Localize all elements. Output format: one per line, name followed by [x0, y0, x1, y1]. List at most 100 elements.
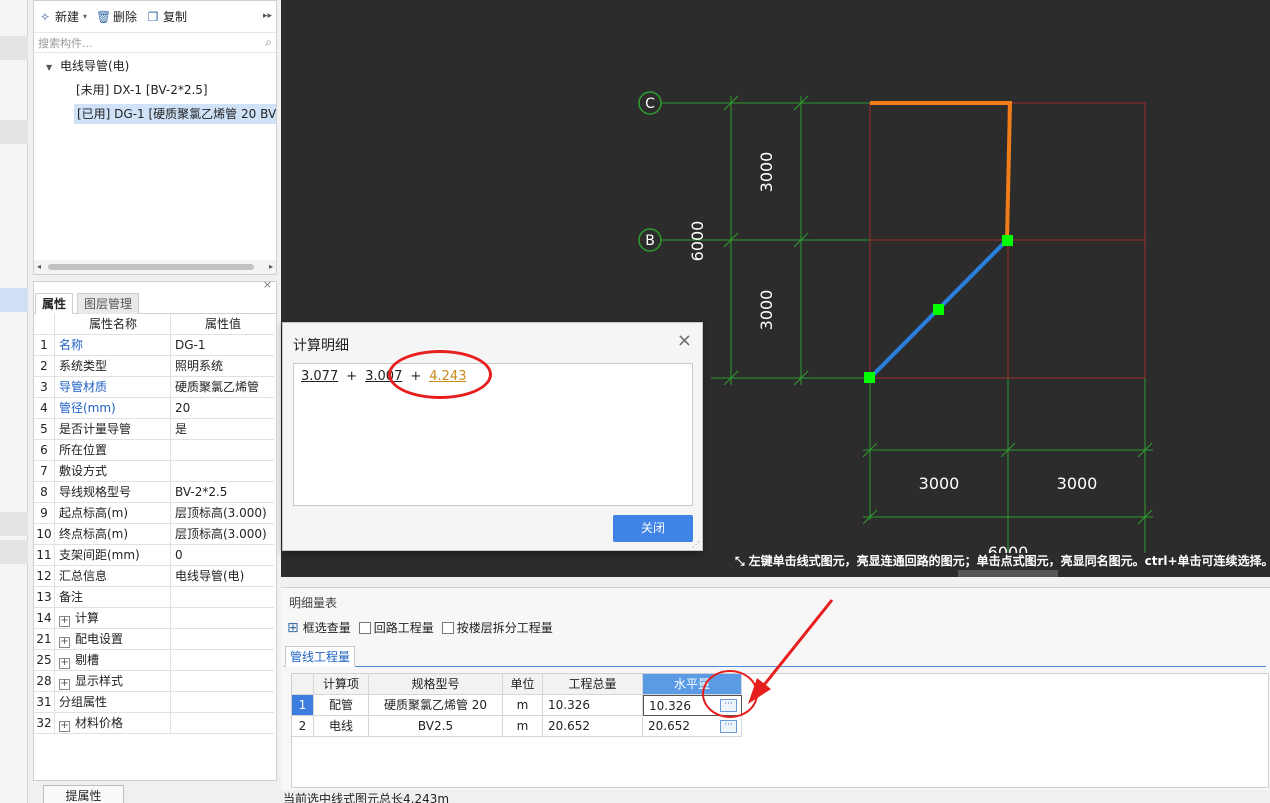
property-row[interactable]: 12 汇总信息 电线导管(电): [34, 566, 274, 587]
property-row[interactable]: 9 起点标高(m) 层顶标高(3.000): [34, 503, 274, 524]
left-strip-band[interactable]: [0, 512, 28, 536]
row-number[interactable]: 1: [292, 695, 314, 716]
property-value[interactable]: [172, 587, 274, 608]
new-icon: ✧: [39, 9, 51, 24]
property-value[interactable]: 是: [172, 419, 274, 440]
dim-left-6000: 6000: [688, 221, 707, 262]
expand-plus-icon[interactable]: +: [59, 679, 70, 690]
calc-term[interactable]: 3.077: [301, 369, 338, 384]
more-icon[interactable]: ▸▸: [263, 11, 272, 21]
property-row[interactable]: 13 备注: [34, 587, 274, 608]
tree-horizontal-scrollbar[interactable]: ◂ ▸: [34, 260, 276, 274]
expand-plus-icon[interactable]: +: [59, 616, 70, 627]
left-strip-band[interactable]: [0, 120, 28, 144]
property-value[interactable]: [172, 692, 274, 713]
left-strip-band[interactable]: [0, 540, 28, 564]
property-row[interactable]: 1 名称 DG-1: [34, 335, 274, 356]
property-value[interactable]: 0: [172, 545, 274, 566]
copy-button[interactable]: ❐ 复制: [146, 8, 187, 25]
property-value[interactable]: 硬质聚氯乙烯管: [172, 377, 274, 398]
component-toolbar: ✧ 新建 ▾ 🗑 删除 ❐ 复制 ▸▸: [34, 1, 276, 33]
table-cell[interactable]: 硬质聚氯乙烯管 20: [369, 695, 503, 716]
property-row[interactable]: 14 + 计算: [34, 608, 274, 629]
property-row[interactable]: 8 导线规格型号 BV-2*2.5: [34, 482, 274, 503]
property-row[interactable]: 7 敷设方式: [34, 461, 274, 482]
grip-point[interactable]: [1002, 235, 1013, 246]
search-input[interactable]: 搜索构件... ⌕: [34, 33, 276, 53]
property-value[interactable]: BV-2*2.5: [172, 482, 274, 503]
property-value[interactable]: 电线导管(电): [172, 566, 274, 587]
property-row[interactable]: 4 管径(mm) 20: [34, 398, 274, 419]
property-value[interactable]: DG-1: [172, 335, 274, 356]
property-value[interactable]: 层顶标高(3.000): [172, 503, 274, 524]
splitter-handle[interactable]: [958, 570, 1058, 577]
property-row[interactable]: 28 + 显示样式: [34, 671, 274, 692]
close-icon[interactable]: ×: [677, 332, 692, 350]
property-row[interactable]: 21 + 配电设置: [34, 629, 274, 650]
property-value[interactable]: [172, 608, 274, 629]
property-index: 32: [34, 713, 55, 734]
property-name: 导管材质: [56, 377, 171, 398]
column-header[interactable]: 计算项: [314, 674, 369, 695]
delete-button[interactable]: 🗑 删除: [96, 8, 137, 25]
loop-quantity-checkbox[interactable]: [358, 621, 371, 634]
expand-plus-icon[interactable]: +: [59, 637, 70, 648]
table-cell[interactable]: m: [503, 716, 543, 737]
table-cell[interactable]: 电线: [314, 716, 369, 737]
close-button[interactable]: 关闭: [613, 515, 693, 542]
ellipsis-button[interactable]: ···: [720, 720, 737, 733]
chevron-down-icon[interactable]: ▾: [83, 12, 87, 21]
column-header[interactable]: 单位: [503, 674, 543, 695]
grip-point[interactable]: [864, 372, 875, 383]
column-header[interactable]: 工程总量: [543, 674, 643, 695]
grip-point[interactable]: [933, 304, 944, 315]
expand-plus-icon[interactable]: +: [59, 658, 70, 669]
property-row[interactable]: 11 支架间距(mm) 0: [34, 545, 274, 566]
scrollbar-thumb[interactable]: [48, 264, 254, 270]
property-value[interactable]: 20: [172, 398, 274, 419]
new-button[interactable]: ✧ 新建 ▾: [38, 8, 87, 25]
left-strip-band[interactable]: [0, 36, 28, 60]
property-value[interactable]: [172, 461, 274, 482]
row-number[interactable]: 2: [292, 716, 314, 737]
tree-item-selected[interactable]: [已用] DG-1 [硬质聚氯乙烯管 20 BV-: [74, 104, 276, 124]
scroll-left-icon[interactable]: ◂: [37, 260, 41, 274]
conduit-orange[interactable]: [870, 101, 1013, 241]
tab-properties[interactable]: 属性: [35, 293, 74, 314]
tree-item[interactable]: [未用] DX-1 [BV-2*2.5]: [76, 80, 208, 100]
property-row[interactable]: 3 导管材质 硬质聚氯乙烯管: [34, 377, 274, 398]
property-row[interactable]: 5 是否计量导管是: [34, 419, 274, 440]
table-cell[interactable]: 10.326: [543, 695, 643, 716]
table-cell[interactable]: m: [503, 695, 543, 716]
property-value[interactable]: 层顶标高(3.000): [172, 524, 274, 545]
scroll-right-icon[interactable]: ▸: [269, 260, 273, 274]
property-value[interactable]: 照明系统: [172, 356, 274, 377]
table-cell[interactable]: 20.652: [543, 716, 643, 737]
property-row[interactable]: 10 终点标高(m) 层顶标高(3.000): [34, 524, 274, 545]
property-row[interactable]: 32 + 材料价格: [34, 713, 274, 734]
property-value[interactable]: [172, 440, 274, 461]
tab-pipeline-quantity[interactable]: 管线工程量: [285, 646, 356, 667]
tab-layer-management[interactable]: 图层管理: [77, 293, 140, 314]
extract-properties-button[interactable]: 提属性: [43, 785, 124, 803]
close-icon[interactable]: ×: [263, 278, 272, 291]
property-value[interactable]: [172, 650, 274, 671]
split-by-floor-checkbox[interactable]: [441, 621, 454, 634]
property-row[interactable]: 6 所在位置: [34, 440, 274, 461]
property-row[interactable]: 25 + 剔槽: [34, 650, 274, 671]
resize-grip-icon[interactable]: ⋰: [692, 540, 700, 549]
property-row[interactable]: 2 系统类型 照明系统: [34, 356, 274, 377]
tree-root[interactable]: ▼ 电线导管(电): [46, 56, 129, 76]
expand-plus-icon[interactable]: +: [59, 721, 70, 732]
property-value[interactable]: [172, 671, 274, 692]
left-strip-band-active[interactable]: [0, 288, 28, 312]
table-cell[interactable]: 配管: [314, 695, 369, 716]
property-row[interactable]: 31 分组属性: [34, 692, 274, 713]
property-value[interactable]: [172, 629, 274, 650]
column-header[interactable]: 规格型号: [369, 674, 503, 695]
property-value[interactable]: [172, 713, 274, 734]
table-cell[interactable]: BV2.5: [369, 716, 503, 737]
box-select-button[interactable]: 框选查量: [303, 619, 351, 636]
caret-down-icon[interactable]: ▼: [46, 63, 52, 72]
box-select-icon[interactable]: ⊞: [287, 620, 299, 636]
